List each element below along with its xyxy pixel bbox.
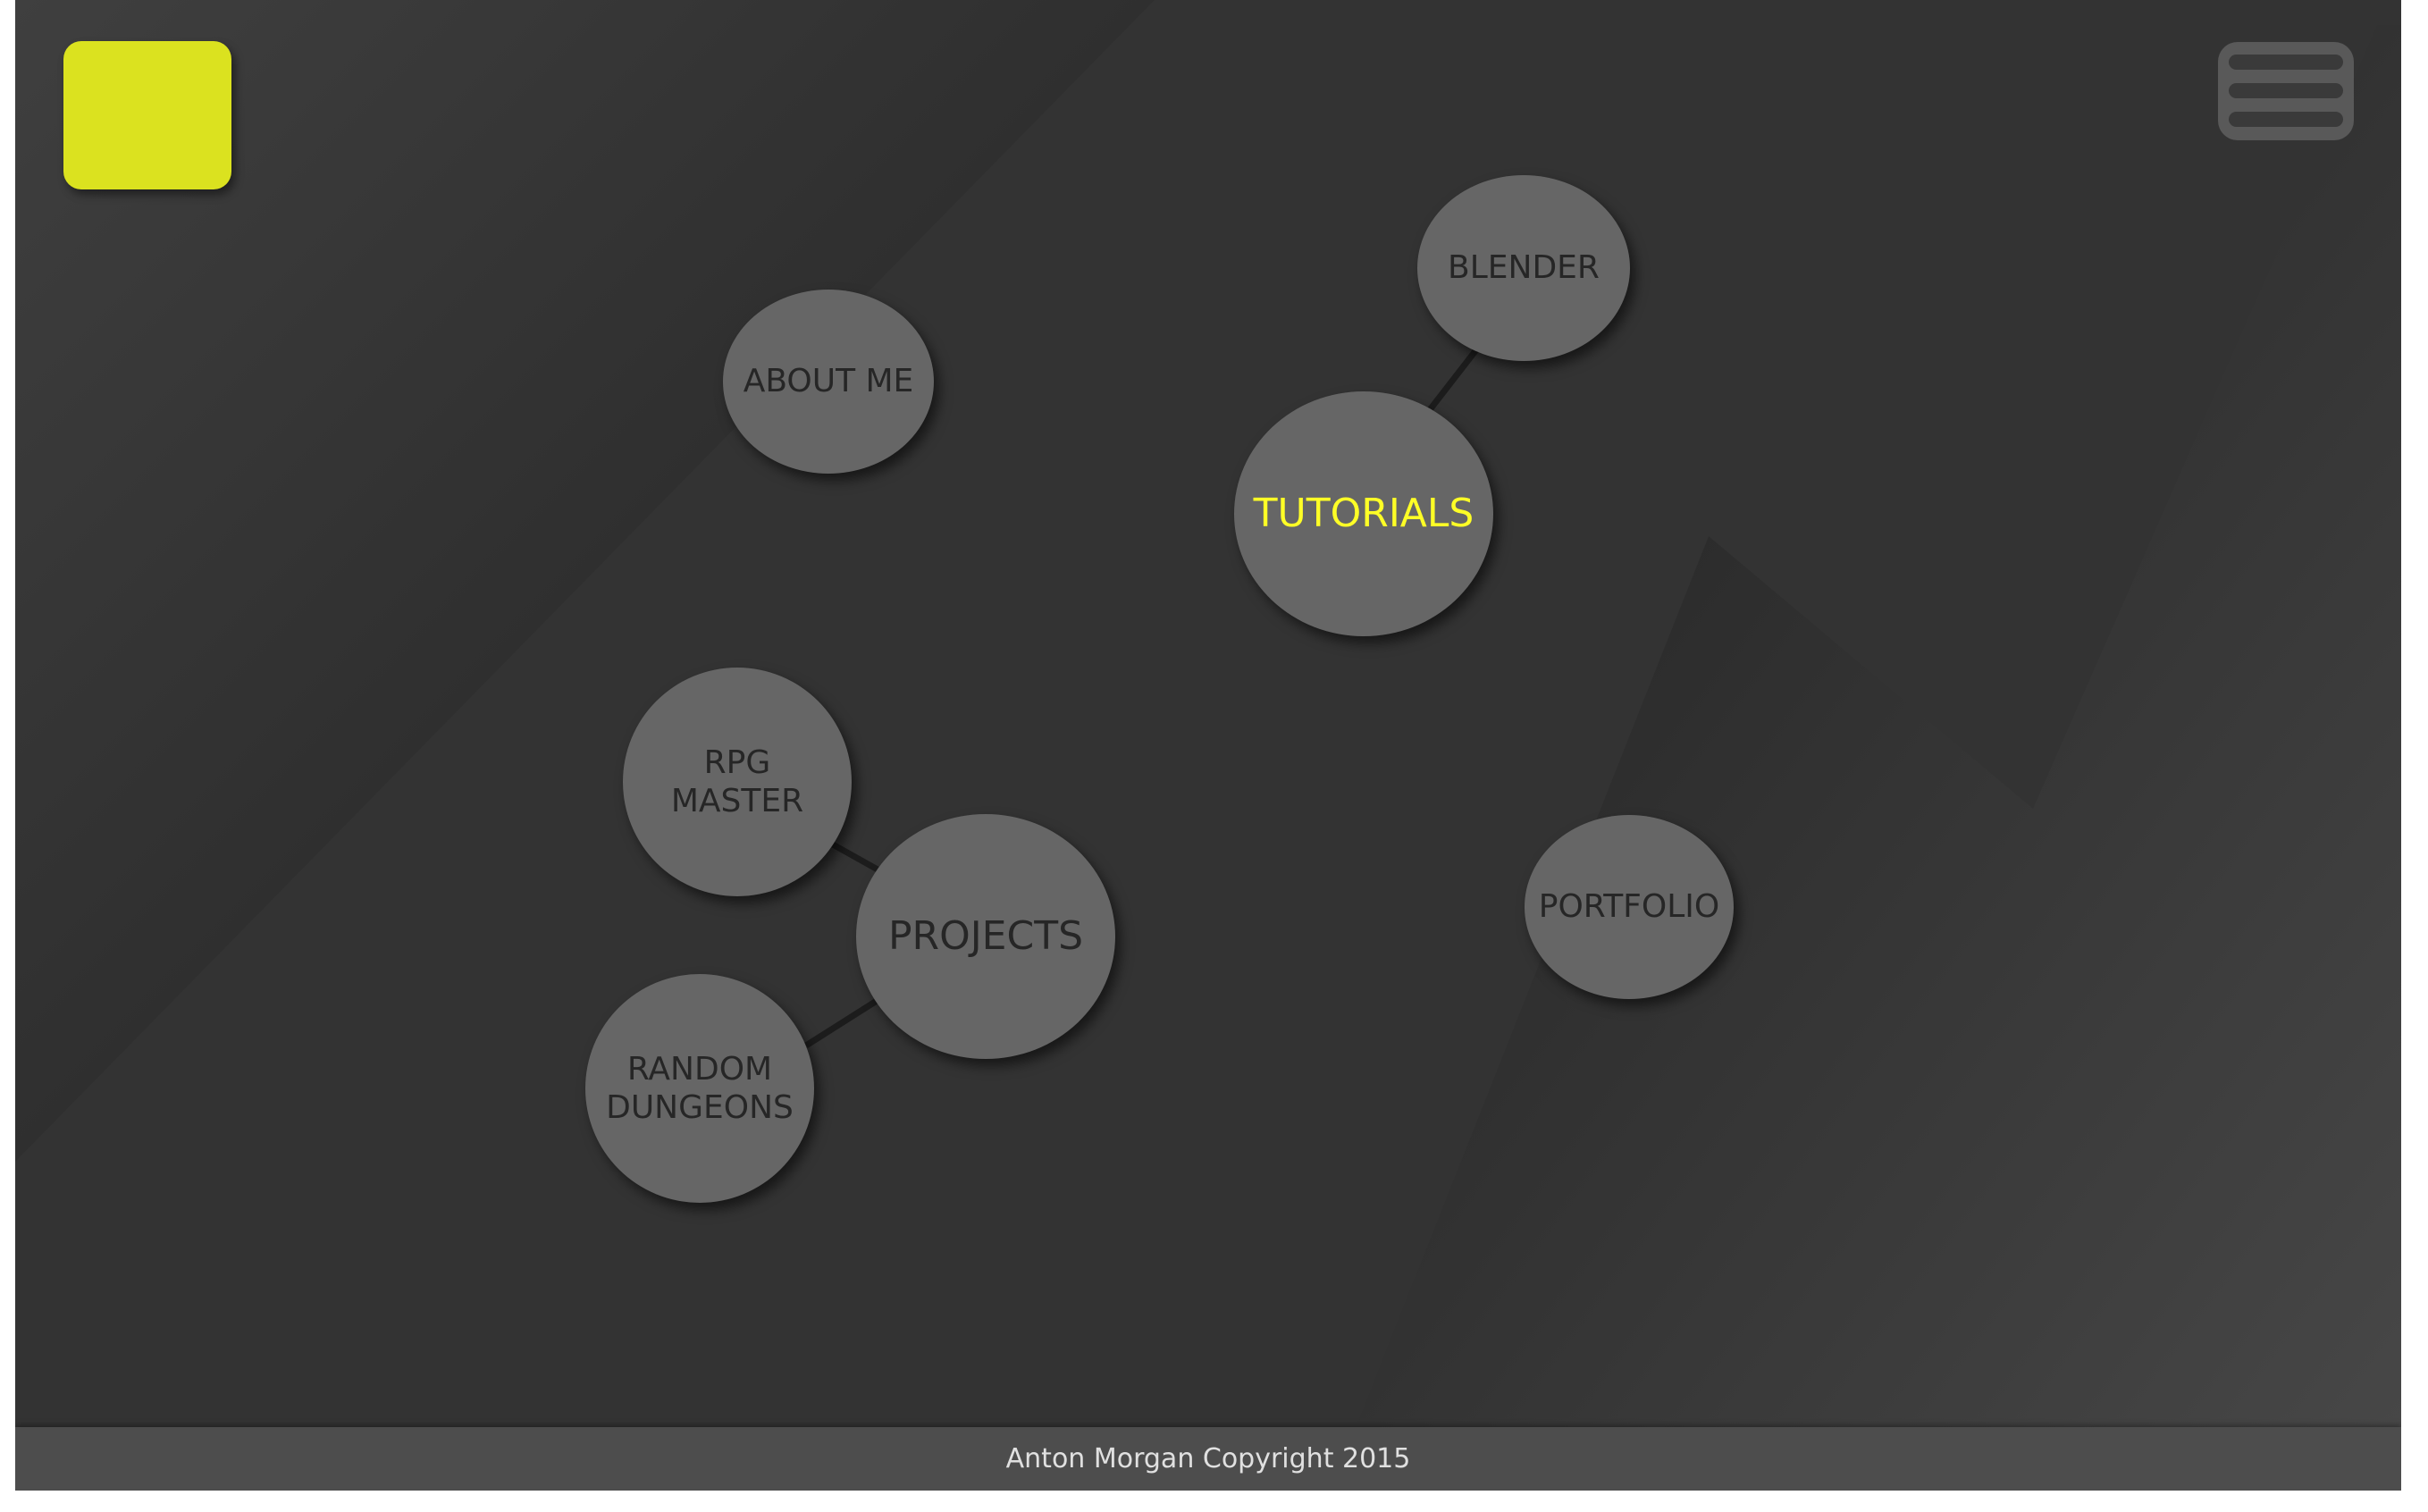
- nav-node-blender[interactable]: BLENDER: [1417, 175, 1630, 361]
- nav-node-about-me[interactable]: ABOUT ME: [723, 290, 934, 474]
- nav-node-rpg-master[interactable]: RPG MASTER: [623, 668, 852, 896]
- nav-node-label: PROJECTS: [887, 912, 1084, 959]
- nav-node-random-dungeons[interactable]: RANDOM DUNGEONS: [585, 974, 814, 1203]
- hamburger-menu-icon[interactable]: [2218, 42, 2354, 140]
- nav-node-label: ABOUT ME: [743, 363, 914, 400]
- footer-bar: Anton Morgan Copyright 2015: [15, 1427, 2401, 1491]
- menu-bar-middle: [2229, 83, 2343, 98]
- page-background: ABOUT ME BLENDER TUTORIALS RPG MASTER PR…: [15, 0, 2401, 1491]
- connector-tutorials-blender: [1423, 341, 1483, 418]
- menu-bar-top: [2229, 55, 2343, 70]
- nav-node-label: PORTFOLIO: [1538, 888, 1720, 926]
- copyright-text: Anton Morgan Copyright 2015: [1005, 1443, 1411, 1474]
- nav-node-label: TUTORIALS: [1253, 490, 1474, 536]
- nav-node-label: BLENDER: [1448, 249, 1600, 287]
- node-connectors: [804, 341, 1483, 1048]
- nav-node-projects[interactable]: PROJECTS: [856, 814, 1115, 1059]
- logo-square-icon[interactable]: [63, 41, 231, 189]
- nav-node-label: RANDOM DUNGEONS: [606, 1050, 794, 1126]
- nav-node-tutorials[interactable]: TUTORIALS: [1234, 391, 1493, 636]
- connector-projects-dungeons: [804, 992, 888, 1048]
- nav-node-portfolio[interactable]: PORTFOLIO: [1525, 815, 1734, 999]
- nav-node-label: RPG MASTER: [670, 743, 804, 819]
- menu-bar-bottom: [2229, 112, 2343, 127]
